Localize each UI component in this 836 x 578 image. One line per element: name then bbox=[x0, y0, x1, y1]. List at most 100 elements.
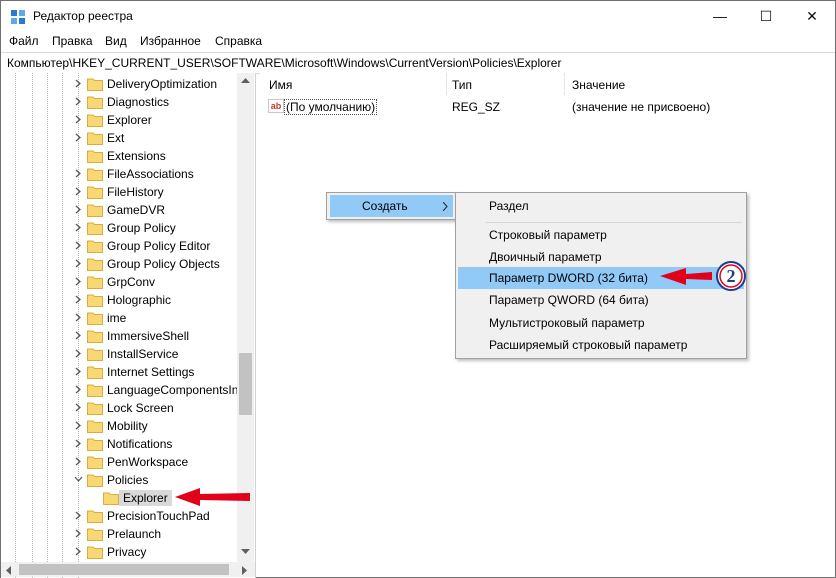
tree-scroll-thumb[interactable] bbox=[239, 353, 252, 415]
scroll-up-icon[interactable] bbox=[241, 78, 250, 84]
key-tree[interactable]: DeliveryOptimization Diagnostics Explorer E… bbox=[1, 73, 256, 578]
tree-item[interactable]: GrpConv bbox=[1, 273, 237, 291]
tree-item[interactable]: Group Policy bbox=[1, 219, 237, 237]
collapsed-chevron-icon[interactable] bbox=[74, 277, 83, 286]
collapsed-chevron-icon[interactable] bbox=[74, 205, 83, 214]
collapsed-chevron-icon[interactable] bbox=[74, 511, 83, 520]
submenu-item-string[interactable]: Строковый параметр bbox=[489, 228, 607, 242]
collapsed-chevron-icon[interactable] bbox=[74, 439, 83, 448]
tree-item[interactable]: ime bbox=[1, 309, 237, 327]
submenu-item-dword[interactable]: Параметр DWORD (32 бита) bbox=[489, 271, 648, 285]
tree-item[interactable]: Explorer bbox=[1, 489, 237, 507]
submenu-item-binary[interactable]: Двоичный параметр bbox=[489, 250, 602, 264]
tree-hscroll-thumb[interactable] bbox=[19, 564, 229, 575]
tree-item[interactable]: FileAssociations bbox=[1, 165, 237, 183]
collapsed-chevron-icon[interactable] bbox=[74, 133, 83, 142]
maximize-button[interactable]: ☐ bbox=[743, 1, 789, 32]
tree-item[interactable]: Ext bbox=[1, 129, 237, 147]
tree-item[interactable]: Privacy bbox=[1, 543, 237, 561]
collapsed-chevron-icon[interactable] bbox=[74, 349, 83, 358]
submenu-item-multistring[interactable]: Мультистроковый параметр bbox=[489, 316, 645, 330]
collapsed-chevron-icon[interactable] bbox=[74, 169, 83, 178]
minimize-button[interactable]: — bbox=[697, 1, 743, 32]
submenu-item-qword[interactable]: Параметр QWORD (64 бита) bbox=[489, 293, 649, 307]
tree-item[interactable]: PenWorkspace bbox=[1, 453, 237, 471]
collapsed-chevron-icon[interactable] bbox=[74, 187, 83, 196]
menu-item-create[interactable]: Создать bbox=[330, 195, 453, 217]
folder-icon bbox=[87, 366, 103, 379]
tree-item[interactable]: DeliveryOptimization bbox=[1, 75, 237, 93]
tree-item-label: Internet Settings bbox=[107, 365, 195, 379]
collapsed-chevron-icon[interactable] bbox=[74, 403, 83, 412]
tree-item-label: GrpConv bbox=[107, 275, 156, 289]
tree-item[interactable]: Holographic bbox=[1, 291, 237, 309]
folder-icon bbox=[87, 546, 103, 559]
annotation-badge-number: 2 bbox=[726, 266, 736, 286]
collapsed-chevron-icon[interactable] bbox=[74, 97, 83, 106]
tree-item[interactable]: Group Policy Objects bbox=[1, 255, 237, 273]
tree-item[interactable]: Internet Settings bbox=[1, 363, 237, 381]
folder-icon bbox=[87, 456, 103, 469]
tree-item[interactable]: GameDVR bbox=[1, 201, 237, 219]
collapsed-chevron-icon[interactable] bbox=[74, 529, 83, 538]
expanded-chevron-icon[interactable] bbox=[74, 475, 83, 484]
menu-view[interactable]: Вид bbox=[105, 34, 127, 48]
column-separator[interactable] bbox=[564, 73, 565, 95]
column-header-name[interactable]: Имя bbox=[269, 78, 292, 92]
tree-item[interactable]: Explorer bbox=[1, 111, 237, 129]
value-type: REG_SZ bbox=[452, 100, 501, 114]
value-name[interactable]: (По умолчанию) bbox=[284, 99, 378, 115]
menu-favorites[interactable]: Избранное bbox=[140, 34, 201, 48]
scroll-right-icon[interactable] bbox=[242, 566, 248, 575]
scroll-left-icon[interactable] bbox=[6, 566, 12, 575]
column-header-type[interactable]: Тип bbox=[452, 78, 472, 92]
table-row[interactable]: ab (По умолчанию) REG_SZ (значение не пр… bbox=[260, 98, 835, 116]
collapsed-chevron-icon[interactable] bbox=[74, 457, 83, 466]
submenu-arrow-icon bbox=[443, 202, 448, 211]
collapsed-chevron-icon[interactable] bbox=[74, 259, 83, 268]
collapsed-chevron-icon[interactable] bbox=[74, 421, 83, 430]
menu-file[interactable]: Файл bbox=[9, 34, 39, 48]
folder-icon bbox=[87, 186, 103, 199]
column-header-value[interactable]: Значение bbox=[572, 78, 625, 92]
column-separator[interactable] bbox=[446, 73, 447, 95]
tree-item[interactable]: Extensions bbox=[1, 147, 237, 165]
tree-item[interactable]: Group Policy Editor bbox=[1, 237, 237, 255]
tree-item[interactable]: FileHistory bbox=[1, 183, 237, 201]
submenu-item-expandable-string[interactable]: Расширяемый строковый параметр bbox=[489, 338, 687, 352]
collapsed-chevron-icon[interactable] bbox=[74, 115, 83, 124]
address-bar[interactable]: Компьютер\HKEY_CURRENT_USER\SOFTWARE\Mic… bbox=[1, 52, 835, 74]
collapsed-chevron-icon[interactable] bbox=[74, 547, 83, 556]
tree-item[interactable]: Diagnostics bbox=[1, 93, 237, 111]
collapsed-chevron-icon[interactable] bbox=[74, 367, 83, 376]
tree-item[interactable]: PrecisionTouchPad bbox=[1, 507, 237, 525]
collapsed-chevron-icon[interactable] bbox=[74, 79, 83, 88]
tree-item[interactable]: InstallService bbox=[1, 345, 237, 363]
collapsed-chevron-icon[interactable] bbox=[74, 295, 83, 304]
tree-item-label: FileHistory bbox=[107, 185, 164, 199]
tree-item[interactable]: Policies bbox=[1, 471, 237, 489]
close-button[interactable]: ✕ bbox=[789, 1, 835, 32]
collapsed-chevron-icon[interactable] bbox=[74, 385, 83, 394]
tree-item[interactable]: Notifications bbox=[1, 435, 237, 453]
folder-icon bbox=[103, 492, 119, 505]
scroll-down-icon[interactable] bbox=[241, 549, 250, 555]
tree-item-label: Privacy bbox=[107, 545, 147, 559]
collapsed-chevron-icon[interactable] bbox=[74, 313, 83, 322]
address-path[interactable]: Компьютер\HKEY_CURRENT_USER\SOFTWARE\Mic… bbox=[7, 56, 561, 70]
tree-item[interactable]: Lock Screen bbox=[1, 399, 237, 417]
tree-horizontal-scrollbar[interactable] bbox=[1, 562, 255, 577]
folder-icon bbox=[87, 258, 103, 271]
collapsed-chevron-icon[interactable] bbox=[74, 331, 83, 340]
tree-vertical-scrollbar[interactable] bbox=[237, 73, 254, 562]
menu-edit[interactable]: Правка bbox=[52, 34, 93, 48]
tree-item[interactable]: Prelaunch bbox=[1, 525, 237, 543]
menu-bar: Файл Правка Вид Избранное Справка bbox=[1, 32, 835, 51]
tree-item[interactable]: Mobility bbox=[1, 417, 237, 435]
tree-item[interactable]: ImmersiveShell bbox=[1, 327, 237, 345]
collapsed-chevron-icon[interactable] bbox=[74, 223, 83, 232]
collapsed-chevron-icon[interactable] bbox=[74, 241, 83, 250]
menu-help[interactable]: Справка bbox=[215, 34, 262, 48]
submenu-item-key[interactable]: Раздел bbox=[489, 199, 529, 213]
tree-item[interactable]: LanguageComponentsIn bbox=[1, 381, 238, 399]
